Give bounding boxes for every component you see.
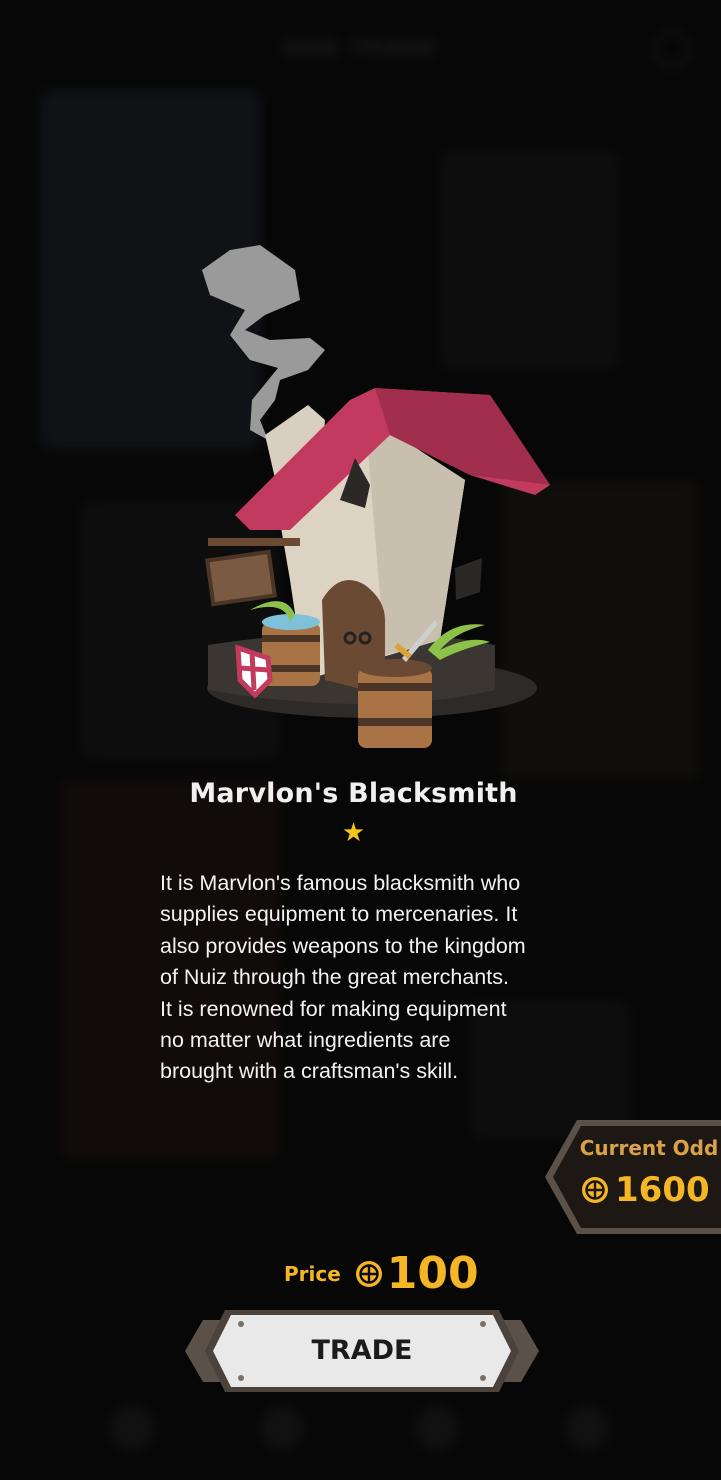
coin-icon [581, 1176, 609, 1204]
current-odd-value-row: 1600 [581, 1170, 710, 1210]
price-label: Price [284, 1261, 341, 1286]
building-description: It is Marvlon's famous blacksmith who su… [160, 871, 526, 1084]
blacksmith-illustration [202, 245, 550, 748]
trade-button[interactable]: TRADE [183, 1306, 541, 1396]
current-odd-label: Current Odd [579, 1136, 719, 1160]
barrel-icon [358, 668, 432, 748]
price-value: 100 [386, 1248, 479, 1299]
price-row: Price 100 [284, 1248, 479, 1299]
building-title: Marvlon's Blacksmith [189, 778, 518, 809]
star-icon: ★ [341, 818, 366, 848]
coin-icon [355, 1260, 383, 1288]
anvil-sign-icon [204, 549, 278, 607]
trade-button-label: TRADE [311, 1335, 413, 1366]
current-odd-value: 1600 [615, 1170, 710, 1210]
rating-stars: ★ [0, 818, 707, 848]
current-odd-panel: Current Odd 1600 [543, 1118, 721, 1236]
